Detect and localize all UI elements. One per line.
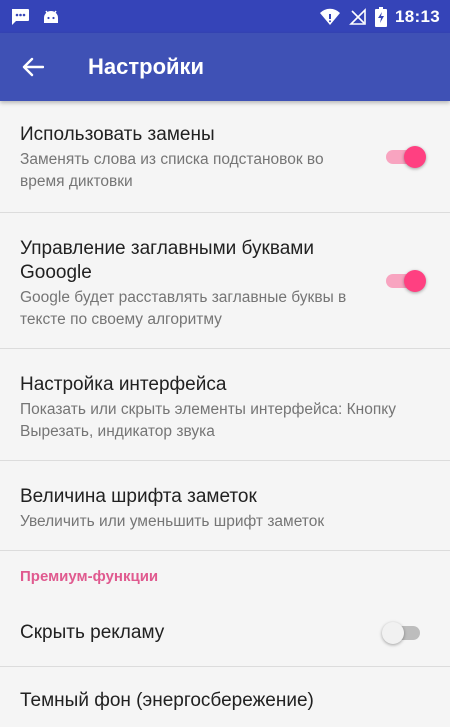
- setting-title: Величина шрифта заметок: [20, 486, 257, 507]
- setting-title: Настройка интерфейса: [20, 374, 227, 395]
- back-button[interactable]: [16, 50, 50, 84]
- wifi-icon: [319, 8, 341, 26]
- status-time: 18:13: [395, 6, 440, 26]
- status-right-icons: 18:13: [319, 6, 440, 27]
- setting-subtitle: Показать или скрыть элементы интерфейса:…: [20, 401, 396, 440]
- google-capitalization-toggle[interactable]: [386, 269, 426, 292]
- battery-charging-icon: [375, 6, 388, 27]
- hide-ads-toggle[interactable]: [382, 621, 424, 644]
- app-bar: Настройки: [0, 33, 450, 101]
- setting-title: Использовать замены: [20, 124, 215, 145]
- no-signal-icon: [349, 7, 367, 26]
- toggle-thumb: [382, 621, 404, 644]
- setting-title: Скрыть рекламу: [20, 622, 165, 643]
- use-replacements-toggle[interactable]: [386, 145, 426, 168]
- setting-subtitle: Google будет расставлять заглавные буквы…: [20, 289, 347, 328]
- setting-google-capitalization[interactable]: Управление заглавными буквами Gooogle Go…: [0, 213, 450, 349]
- toggle-thumb: [404, 145, 426, 168]
- setting-use-replacements[interactable]: Использовать замены Заменять слова из сп…: [0, 101, 450, 213]
- settings-list: Использовать замены Заменять слова из сп…: [0, 101, 450, 727]
- section-header-premium: Премиум-функции: [20, 568, 159, 585]
- setting-title: Управление заглавными буквами Gooogle: [20, 238, 314, 283]
- toggle-thumb: [404, 269, 426, 292]
- page-title: Настройки: [88, 54, 205, 79]
- setting-dark-background[interactable]: Темный фон (энергосбережение): [0, 667, 450, 727]
- arrow-left-icon: [22, 57, 44, 77]
- setting-note-font-size[interactable]: Величина шрифта заметок Увеличить или ум…: [0, 461, 450, 551]
- message-icon: [10, 8, 30, 26]
- setting-title: Темный фон (энергосбережение): [20, 690, 314, 711]
- setting-subtitle: Заменять слова из списка подстановок во …: [20, 151, 324, 190]
- status-bar: 18:13: [0, 0, 450, 33]
- android-icon: [42, 8, 60, 26]
- setting-interface[interactable]: Настройка интерфейса Показать или скрыть…: [0, 349, 450, 461]
- setting-hide-ads[interactable]: Скрыть рекламу: [0, 599, 450, 667]
- setting-subtitle: Увеличить или уменьшить шрифт заметок: [20, 513, 325, 530]
- status-left-icons: [10, 8, 60, 26]
